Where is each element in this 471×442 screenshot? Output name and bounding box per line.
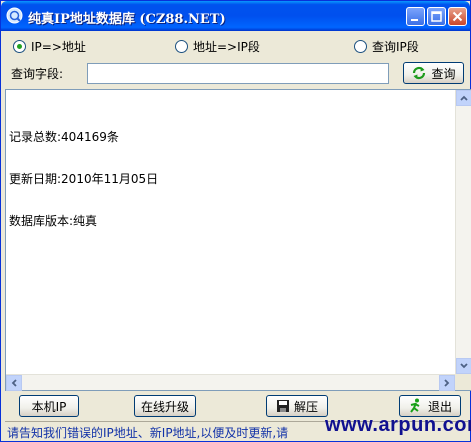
scroll-left-button[interactable] [6,375,22,391]
running-man-icon [410,398,420,413]
radio-icon[interactable] [175,39,188,53]
arrow-left-icon [11,379,17,387]
close-icon [452,11,463,22]
local-ip-label: 本机IP [31,399,67,414]
query-input[interactable] [87,63,389,84]
radio-selected-icon[interactable] [13,39,26,53]
result-textarea[interactable]: 记录总数:404169条 更新日期:2010年11月05日 数据库版本:纯真 [5,89,471,391]
window-title: 纯真IP地址数据库 (CZ88.NET) [28,12,226,27]
scroll-right-button[interactable] [439,375,455,391]
extract-label: 解压 [293,399,318,414]
result-line-date: 更新日期:2010年11月05日 [9,172,159,186]
local-ip-button[interactable]: 本机IP [19,395,79,417]
vertical-scrollbar[interactable] [455,90,471,374]
mode-ip-to-address[interactable]: IP=>地址 [13,38,86,54]
scroll-down-button[interactable] [456,358,471,374]
minimize-button[interactable] [406,7,425,26]
minimize-icon [411,19,418,21]
exit-label: 退出 [427,399,452,414]
save-disk-icon [276,400,289,412]
mode-query-ip-range[interactable]: 查询IP段 [354,38,419,54]
result-text: 记录总数:404169条 更新日期:2010年11月05日 数据库版本:纯真 [9,102,158,256]
globe-icon [6,7,23,24]
arrow-down-icon [460,363,468,369]
query-button-label: 查询 [431,66,456,81]
maximize-icon [431,11,442,22]
mode-label: 查询IP段 [372,39,419,54]
online-upgrade-label: 在线升级 [140,399,189,414]
radio-icon[interactable] [354,39,367,53]
query-button[interactable]: 查询 [403,62,464,84]
horizontal-scrollbar[interactable] [6,374,455,391]
status-text: 请告知我们错误的IP地址、新IP地址,以便及时更新,请 [7,426,289,439]
extract-button[interactable]: 解压 [266,395,328,417]
arrow-up-icon [460,95,468,101]
watermark-text: www.arpun.com [325,414,471,436]
online-upgrade-button[interactable]: 在线升级 [134,395,196,417]
scrollbar-corner [455,374,471,390]
close-button[interactable] [448,7,467,26]
query-field-label: 查询字段: [11,67,64,81]
mode-label: IP=>地址 [31,39,86,54]
maximize-button[interactable] [427,7,446,26]
main-window: 纯真IP地址数据库 (CZ88.NET) IP=>地址 地址=>IP段 查询IP… [0,0,471,442]
mode-address-to-ip[interactable]: 地址=>IP段 [175,38,260,54]
mode-label: 地址=>IP段 [193,39,260,54]
refresh-icon [413,66,426,80]
result-line-total: 记录总数:404169条 [9,130,119,144]
title-bar[interactable]: 纯真IP地址数据库 (CZ88.NET) [1,1,470,31]
arrow-right-icon [444,379,450,387]
result-line-version: 数据库版本:纯真 [9,214,98,228]
scroll-up-button[interactable] [456,90,471,106]
